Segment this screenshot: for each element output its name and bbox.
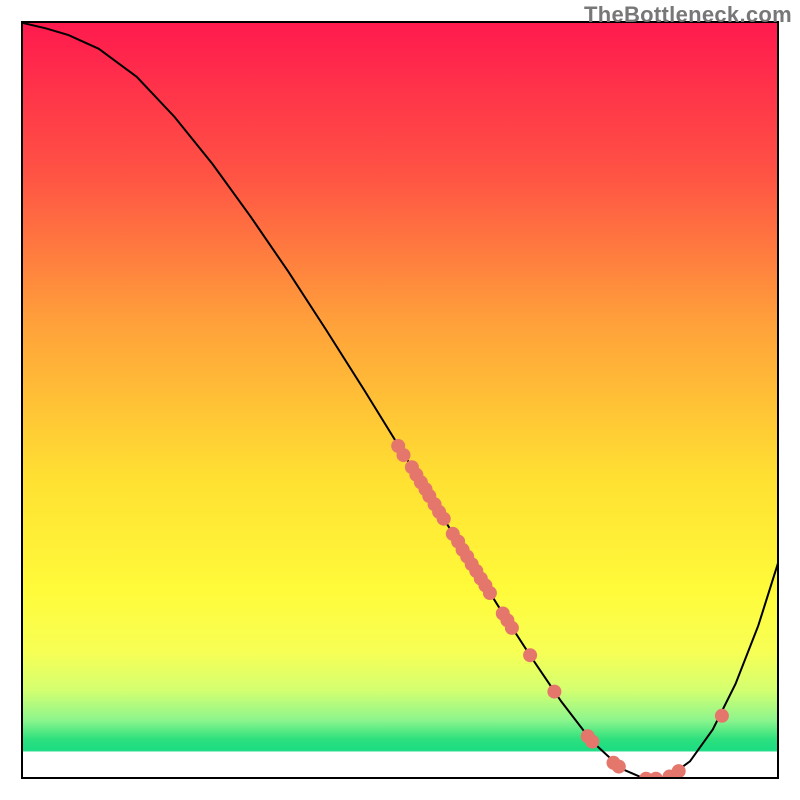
attribution-label: TheBottleneck.com (584, 2, 792, 28)
data-point (505, 621, 519, 635)
gradient-bg (23, 23, 779, 779)
data-point (547, 685, 561, 699)
data-point (672, 764, 686, 778)
plot-svg (23, 23, 779, 779)
data-point (585, 735, 599, 749)
plot-frame (21, 21, 779, 779)
data-point (612, 760, 626, 774)
chart-canvas: TheBottleneck.com (0, 0, 800, 800)
data-point (523, 648, 537, 662)
data-point (437, 512, 451, 526)
data-point (483, 586, 497, 600)
data-point (715, 709, 729, 723)
data-point (397, 448, 411, 462)
